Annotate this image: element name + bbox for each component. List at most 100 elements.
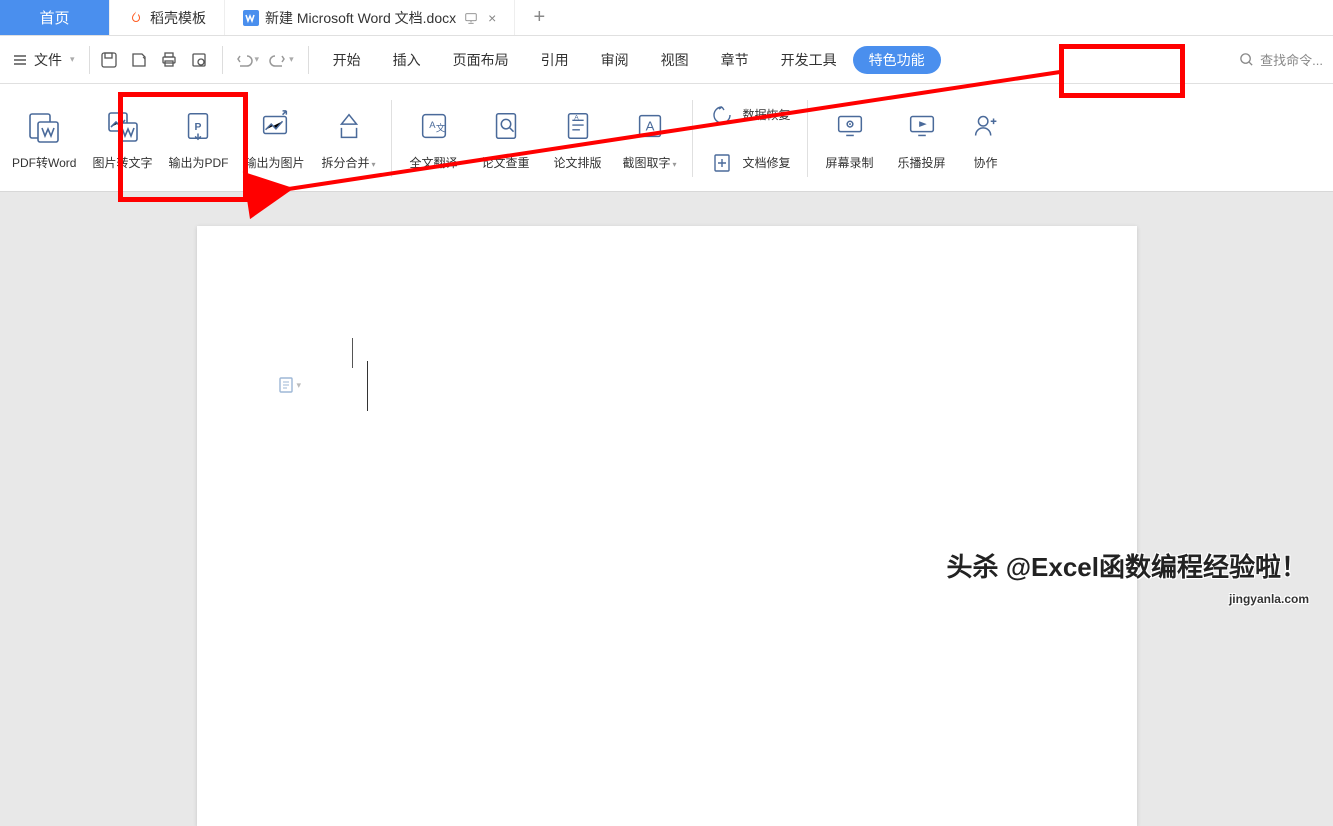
chevron-down-icon: ▾	[673, 160, 677, 169]
undo-redo-group: ▾ ▾	[231, 46, 309, 74]
split-merge-icon	[329, 106, 369, 146]
translate-button[interactable]: A文 全文翻译	[398, 90, 470, 187]
capture-label: 截图取字▾	[623, 154, 677, 171]
export-pdf-icon: P	[178, 106, 218, 146]
file-menu[interactable]: 文件 ▾	[12, 46, 90, 74]
split-merge-label: 拆分合并▾	[322, 154, 376, 171]
tab-template[interactable]: 稻壳模板	[110, 0, 225, 35]
doc-repair-label: 文档修复	[743, 154, 791, 171]
svg-text:文: 文	[435, 123, 445, 135]
cast-label: 乐播投屏	[898, 154, 946, 171]
screen-record-button[interactable]: 屏幕录制	[814, 90, 886, 187]
search-placeholder: 查找命令...	[1260, 50, 1323, 69]
save-as-button[interactable]	[126, 47, 152, 73]
pdf-to-word-button[interactable]: PDF转Word	[4, 90, 84, 187]
chevron-down-icon: ▾	[297, 380, 302, 391]
data-recover-button[interactable]: 数据恢复	[709, 95, 791, 135]
tab-home-label: 首页	[39, 7, 69, 28]
chevron-down-icon: ▾	[70, 54, 75, 65]
cast-icon	[902, 106, 942, 146]
undo-button[interactable]: ▾	[231, 49, 264, 71]
repair-group: 数据恢复 文档修复	[699, 90, 801, 187]
pdf-to-word-icon	[24, 106, 64, 146]
plus-icon: +	[533, 6, 545, 29]
typeset-icon: A	[558, 106, 598, 146]
redo-button[interactable]: ▾	[265, 49, 298, 71]
menu-chapter[interactable]: 章节	[705, 44, 765, 76]
print-button[interactable]	[156, 47, 182, 73]
menu-special-features[interactable]: 特色功能	[853, 46, 941, 74]
menu-devtools[interactable]: 开发工具	[765, 44, 853, 76]
menu-references[interactable]: 引用	[525, 44, 585, 76]
plagiarism-check-button[interactable]: 论文查重	[470, 90, 542, 187]
image-to-text-icon	[102, 106, 142, 146]
tabs-row: 首页 稻壳模板 新建 Microsoft Word 文档.docx × +	[0, 0, 1333, 36]
separator	[692, 100, 693, 177]
command-search[interactable]: 查找命令...	[1239, 50, 1323, 69]
collab-button[interactable]: 协作	[958, 90, 1014, 187]
separator	[391, 100, 392, 177]
pdf-to-word-label: PDF转Word	[12, 154, 76, 171]
screen-record-icon	[830, 106, 870, 146]
screen-record-label: 屏幕录制	[826, 154, 874, 171]
chevron-down-icon: ▾	[255, 54, 260, 65]
menu-row: 文件 ▾ ▾ ▾ 开始 插入 页面布局 引用 审阅 视图 章节 开发工具 特色功…	[0, 36, 1333, 84]
quick-access-toolbar	[96, 46, 223, 74]
export-pdf-label: 输出为PDF	[168, 154, 228, 171]
tab-home[interactable]: 首页	[0, 0, 110, 35]
file-label: 文件	[34, 50, 62, 70]
capture-ocr-button[interactable]: A 截图取字▾	[614, 90, 686, 187]
tab-document-label: 新建 Microsoft Word 文档.docx	[265, 8, 456, 28]
search-icon	[1239, 52, 1254, 67]
flame-icon	[128, 10, 144, 26]
image-to-text-label: 图片转文字	[92, 154, 152, 171]
tab-document[interactable]: 新建 Microsoft Word 文档.docx ×	[225, 0, 515, 35]
collab-label: 协作	[974, 154, 998, 171]
close-icon[interactable]: ×	[488, 10, 496, 26]
separator	[807, 100, 808, 177]
menu-pagelayout[interactable]: 页面布局	[437, 44, 525, 76]
svg-text:A: A	[645, 119, 654, 134]
chevron-down-icon: ▾	[372, 160, 376, 169]
repair-icon	[709, 150, 735, 176]
split-merge-button[interactable]: 拆分合并▾	[313, 90, 385, 187]
add-tab-button[interactable]: +	[515, 0, 563, 35]
export-image-label: 输出为图片	[245, 154, 305, 171]
document-page[interactable]: ▾	[197, 226, 1137, 826]
menu-view[interactable]: 视图	[645, 44, 705, 76]
plagiarism-icon	[486, 106, 526, 146]
recover-icon	[709, 102, 735, 128]
export-image-button[interactable]: 输出为图片	[237, 90, 313, 187]
tab-template-label: 稻壳模板	[150, 8, 206, 28]
hamburger-icon	[12, 52, 28, 68]
word-icon	[243, 10, 259, 26]
typeset-label: 论文排版	[554, 154, 602, 171]
menu-insert[interactable]: 插入	[377, 44, 437, 76]
document-area: ▾	[0, 192, 1333, 612]
collab-icon	[966, 106, 1006, 146]
image-to-text-button[interactable]: 图片转文字	[84, 90, 160, 187]
export-image-icon	[255, 106, 295, 146]
translate-icon: A文	[414, 106, 454, 146]
text-cursor	[367, 361, 369, 411]
cast-button[interactable]: 乐播投屏	[886, 90, 958, 187]
typeset-button[interactable]: A 论文排版	[542, 90, 614, 187]
menu-start[interactable]: 开始	[317, 44, 377, 76]
menu-review[interactable]: 审阅	[585, 44, 645, 76]
print-preview-button[interactable]	[186, 47, 212, 73]
capture-icon: A	[630, 106, 670, 146]
svg-text:P: P	[195, 122, 202, 133]
paragraph-options-button[interactable]: ▾	[277, 376, 302, 394]
data-recover-label: 数据恢复	[743, 106, 791, 123]
export-pdf-button[interactable]: P 输出为PDF	[160, 90, 236, 187]
ruler-marker	[352, 338, 354, 368]
doc-repair-button[interactable]: 文档修复	[709, 143, 791, 183]
presentation-mode-icon[interactable]	[464, 11, 478, 25]
chevron-down-icon: ▾	[289, 54, 294, 65]
svg-text:A: A	[574, 114, 579, 121]
translate-label: 全文翻译	[410, 154, 458, 171]
plagiarism-label: 论文查重	[482, 154, 530, 171]
ribbon-toolbar: PDF转Word 图片转文字 P 输出为PDF 输出为图片 拆分合并▾ A文 全…	[0, 84, 1333, 192]
save-button[interactable]	[96, 47, 122, 73]
main-menus: 开始 插入 页面布局 引用 审阅 视图 章节 开发工具 特色功能	[317, 44, 941, 76]
